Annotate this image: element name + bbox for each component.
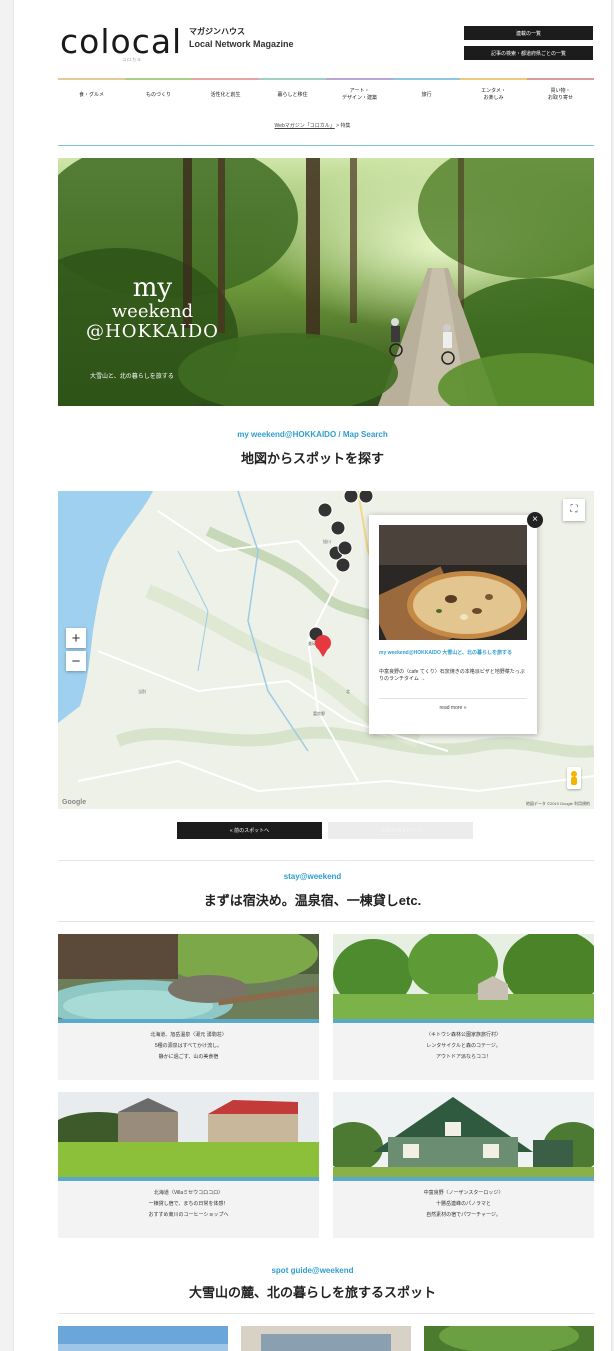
stay-section-title: まずは宿決め。温泉宿、一棟貸しetc.: [203, 893, 422, 908]
map-credit[interactable]: 地図データ ©2019 Google 利用規約: [526, 801, 590, 807]
map-marker-selected: [315, 635, 331, 657]
map-marker: [337, 540, 353, 556]
fullscreen-icon[interactable]: ⛶: [563, 499, 585, 521]
map-marker: [335, 557, 351, 573]
serialization-list-button[interactable]: 連載の一覧: [464, 26, 593, 40]
nav-item-shopping[interactable]: 買い物・ お取り寄せ: [527, 78, 594, 110]
header-divider: [58, 145, 594, 146]
breadcrumb: Webマガジン「コロカル」 > 特集: [14, 122, 611, 129]
hero-title: my weekend @HOKKAIDO: [86, 273, 219, 342]
popup-divider: [379, 698, 527, 699]
page: colocal コロカル マガジンハウス Local Network Magaz…: [13, 0, 612, 1351]
breadcrumb-current: 特集: [340, 123, 351, 129]
stay-card-asahidake[interactable]: 北海道、旭岳温泉〈湯元 湧駒荘〉 5種の源泉はすべてかけ流し。 静かに過ごす、山…: [58, 934, 319, 1080]
section-divider: [58, 860, 594, 861]
map-marker: [330, 520, 346, 536]
nav-item-craft[interactable]: ものづくり: [125, 78, 192, 110]
stay-section-subtitle: stay@weekend: [283, 872, 342, 881]
nav-item-art[interactable]: アート・ デザイン・建築: [326, 78, 393, 110]
logo-subtitle: コロカル: [122, 57, 142, 62]
map-marker: [317, 502, 333, 518]
previous-spot-button[interactable]: « 前のスポットへ: [177, 822, 322, 839]
hero-caption: 大雪山と、北の暮らしを旅する: [90, 374, 174, 380]
zoom-in-button[interactable]: +: [66, 628, 86, 648]
spot-card-3[interactable]: [424, 1326, 594, 1351]
street-view-pegman-icon[interactable]: [567, 767, 581, 789]
google-logo: Google: [62, 799, 87, 806]
card-caption: 〈キトウシ森林公園家族旅行村〉 レンタサイクルと森のコテージ。 アウトドア派なら…: [425, 1032, 501, 1060]
forest-cottage-photo: [333, 934, 594, 1023]
spot-card-1[interactable]: [58, 1326, 228, 1351]
map-info-popup: × my weekend@HOKKAIDO 大雪山と、北の暮らしを旅する 中富良…: [369, 512, 543, 734]
nav-item-food[interactable]: 食・グルメ: [58, 78, 125, 110]
stay-card-kitoushi[interactable]: 〈キトウシ森林公園家族旅行村〉 レンタサイクルと森のコテージ。 アウトドア派なら…: [333, 934, 594, 1080]
spot-section-title: 大雪山の麓、北の暮らしを旅するスポット: [188, 1285, 436, 1300]
popup-title-link[interactable]: my weekend@HOKKAIDO 大雪山と、北の暮らしを旅する: [379, 650, 529, 657]
nav-item-travel[interactable]: 旅行: [393, 78, 460, 110]
spot-section-subtitle: spot guide@weekend: [271, 1266, 354, 1275]
section-divider: [58, 1313, 594, 1314]
breadcrumb-home-link[interactable]: Webマガジン「コロカル」: [275, 123, 335, 129]
site-tagline: マガジンハウス Local Network Magazine: [189, 26, 294, 50]
next-spot-button[interactable]: 次のスポットへ »: [328, 822, 473, 839]
tagline-english: Local Network Magazine: [189, 39, 294, 49]
nav-item-entertainment[interactable]: エンタメ・ お楽しみ: [460, 78, 527, 110]
spot-card-2[interactable]: [241, 1326, 411, 1351]
nav-item-revitalization[interactable]: 活性化と創生: [192, 78, 259, 110]
nav-item-living[interactable]: 暮らしと移住: [259, 78, 326, 110]
category-nav: 食・グルメ ものづくり 活性化と創生 暮らしと移住 アート・ デザイン・建築 旅行…: [58, 78, 594, 110]
pizza-photo[interactable]: [379, 525, 527, 640]
tagline-publisher: マガジンハウス: [189, 27, 245, 36]
close-popup-button[interactable]: ×: [527, 512, 543, 528]
hero-banner: my weekend @HOKKAIDO 大雪山と、北の暮らしを旅する: [58, 158, 594, 406]
lodge-photo: [333, 1092, 594, 1181]
map-section-title: 地図からスポットを探す: [240, 451, 384, 466]
popup-description-link[interactable]: 中富良野の〈cafe てくり〉石窯焼きの本格派ピザと地野菜たっぷりのランチタイム…: [379, 669, 529, 683]
read-more-link[interactable]: read more »: [379, 705, 527, 711]
map-marker: [358, 491, 374, 504]
article-search-button[interactable]: 記事の検索・都道府県ごとの一覧: [464, 46, 593, 60]
card-caption: 北海道〈Villaミセウコロコロ〉 一棟貸し宿で、まちの日常を体感！ おすすめ東…: [148, 1190, 229, 1218]
map-section-subtitle: my weekend@HOKKAIDO / Map Search: [237, 430, 388, 439]
stay-card-northern-star[interactable]: 中富良野〈ノーザンスターロッジ〉 十勝岳連峰のパノラマと 自然素材の宿でパワーチ…: [333, 1092, 594, 1238]
map-marker: [343, 491, 359, 504]
zoom-out-button[interactable]: −: [66, 651, 86, 671]
farm-houses-photo: [58, 1092, 319, 1181]
card-caption: 中富良野〈ノーザンスターロッジ〉 十勝岳連峰のパノラマと 自然素材の宿でパワーチ…: [423, 1190, 504, 1218]
card-caption: 北海道、旭岳温泉〈湯元 湧駒荘〉 5種の源泉はすべてかけ流し。 静かに過ごす、山…: [150, 1032, 227, 1060]
hot-spring-photo: [58, 934, 319, 1023]
colocal-logo[interactable]: colocal: [60, 22, 182, 61]
spot-map[interactable]: 当別 旭川 美瑛 富良野 北 + − ⛶ Google 地図データ ©2019 …: [58, 491, 594, 809]
breadcrumb-separator: >: [336, 123, 340, 129]
stay-card-villa[interactable]: 北海道〈Villaミセウコロコロ〉 一棟貸し宿で、まちの日常を体感！ おすすめ東…: [58, 1092, 319, 1238]
section-divider: [58, 921, 594, 922]
